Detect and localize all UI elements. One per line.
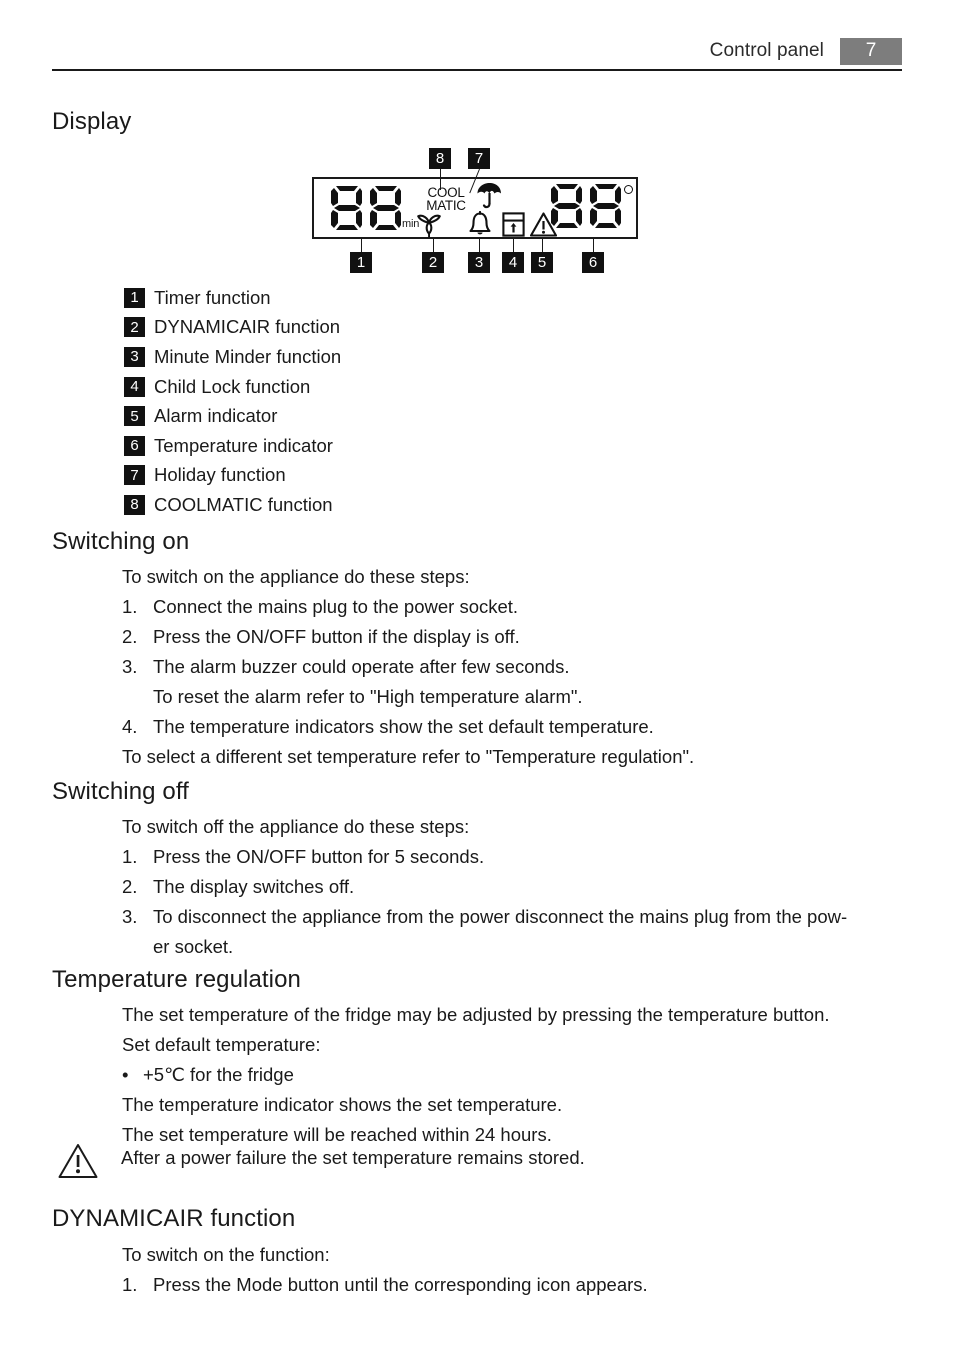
legend-label-3: Minute Minder function [154,345,342,367]
legend-label-5: Alarm indicator [154,405,278,427]
legend-label-4: Child Lock function [154,375,311,397]
step-number: 2. [122,876,138,897]
legend-number-8: 8 [124,494,145,515]
degree-symbol-icon [624,185,633,194]
legend-item-1: 1 Timer function [124,283,544,313]
switching-on-closing: To select a different set temperature re… [122,746,695,767]
section-heading-display: Display [52,108,132,135]
callout-8: 8 [429,148,451,169]
callout-6: 6 [582,252,604,273]
switching-off-step-2: 2. The display switches off. [122,872,922,902]
callout-7: 7 [468,148,490,169]
switching-on-step-3: 3. The alarm buzzer could operate after … [122,652,882,682]
leader-line-6 [593,239,594,252]
legend-number-5: 5 [124,406,145,427]
coolmatic-label: COOL MATIC [420,186,472,213]
step-number: 1. [122,1274,138,1295]
dynamicair-body: To switch on the function: 1. Press the … [122,1240,922,1300]
temp-reg-line-2: Set default temperature: [122,1034,321,1055]
step-text: Press the Mode button until the correspo… [153,1274,648,1295]
power-failure-note: After a power failure the set temperatur… [57,1142,857,1180]
legend-item-7: 7 Holiday function [124,461,544,491]
temp-reg-line-1: The set temperature of the fridge may be… [122,1004,830,1025]
legend-label-8: COOLMATIC function [154,493,333,515]
switching-on-step-1: 1. Connect the mains plug to the power s… [122,592,882,622]
page-header: Control panel 7 [52,36,902,71]
legend-label-6: Temperature indicator [154,434,333,456]
step-text: The alarm buzzer could operate after few… [153,656,570,677]
legend-item-8: 8 COOLMATIC function [124,490,544,520]
switching-on-body: To switch on the appliance do these step… [122,562,882,772]
page-number-badge: 7 [840,37,902,65]
step-text: To disconnect the appliance from the pow… [153,906,848,927]
legend-number-4: 4 [124,376,145,397]
header-divider [52,69,902,71]
temp-reg-bullet-text: +5℃ for the fridge [143,1064,294,1085]
switching-on-step-4: 4. The temperature indicators show the s… [122,712,882,742]
legend-number-1: 1 [124,287,145,308]
legend-item-5: 5 Alarm indicator [124,401,544,431]
display-diagram: 8 7 min COOL MATIC 1 2 3 4 5 6 [312,148,642,273]
legend-label-1: Timer function [154,286,271,308]
legend-number-3: 3 [124,346,145,367]
power-failure-note-text: After a power failure the set temperatur… [121,1147,585,1168]
step-number: 2. [122,626,138,647]
warning-triangle-icon [57,1142,99,1180]
legend-item-4: 4 Child Lock function [124,372,544,402]
bullet-icon: • [122,1064,129,1085]
fan-icon [416,211,442,243]
callout-5: 5 [531,252,553,273]
switching-off-step-1: 1. Press the ON/OFF button for 5 seconds… [122,842,922,872]
section-heading-temperature-regulation: Temperature regulation [52,966,302,993]
switching-on-intro: To switch on the appliance do these step… [122,566,470,587]
step-number: 1. [122,596,138,617]
temperature-regulation-body: The set temperature of the fridge may be… [122,1000,922,1150]
leader-line-5 [542,239,543,252]
step-number: 4. [122,716,138,737]
temp-reg-bullet-row: • +5℃ for the fridge [122,1060,922,1090]
step-text: Press the ON/OFF button for 5 seconds. [153,846,485,867]
header-title: Control panel [709,40,824,61]
switching-on-step-2: 2. Press the ON/OFF button if the displa… [122,622,882,652]
legend-item-3: 3 Minute Minder function [124,342,544,372]
step-number: 3. [122,656,138,677]
switching-on-step-3-note: To reset the alarm refer to "High temper… [153,686,583,707]
switching-off-body: To switch off the appliance do these ste… [122,812,922,962]
legend-label-2: DYNAMICAIR function [154,316,341,338]
callout-3: 3 [468,252,490,273]
section-heading-dynamicair: DYNAMICAIR function [52,1205,296,1232]
step-text: The display switches off. [153,876,355,897]
section-heading-switching-on: Switching on [52,528,190,555]
step-text: Connect the mains plug to the power sock… [153,596,519,617]
temperature-digits [550,182,622,235]
dynamicair-intro: To switch on the function: [122,1244,330,1265]
step-text: Press the ON/OFF button if the display i… [153,626,520,647]
child-lock-icon [502,212,525,242]
switching-off-step-3-wrap: er socket. [153,936,234,957]
legend-label-7: Holiday function [154,464,286,486]
callout-4: 4 [502,252,524,273]
switching-off-step-3: 3. To disconnect the appliance from the … [122,902,922,932]
leader-line-2 [433,239,434,252]
step-text: The temperature indicators show the set … [153,716,654,737]
callout-1: 1 [350,252,372,273]
bell-icon [468,210,492,242]
temp-reg-line-3: The temperature indicator shows the set … [122,1094,563,1115]
switching-off-intro: To switch off the appliance do these ste… [122,816,470,837]
dynamicair-step-1: 1. Press the Mode button until the corre… [122,1270,922,1300]
legend-item-6: 6 Temperature indicator [124,431,544,461]
step-number: 3. [122,906,138,927]
callout-2: 2 [422,252,444,273]
leader-line-3 [479,239,480,252]
legend-number-7: 7 [124,465,145,486]
leader-line-1 [361,239,362,252]
legend-number-2: 2 [124,317,145,338]
timer-digits [330,184,402,237]
step-number: 1. [122,846,138,867]
legend-item-2: 2 DYNAMICAIR function [124,313,544,343]
legend-number-6: 6 [124,435,145,456]
leader-line-4 [513,239,514,252]
display-legend-list: 1 Timer function 2 DYNAMICAIR function 3… [124,283,544,520]
section-heading-switching-off: Switching off [52,778,189,805]
